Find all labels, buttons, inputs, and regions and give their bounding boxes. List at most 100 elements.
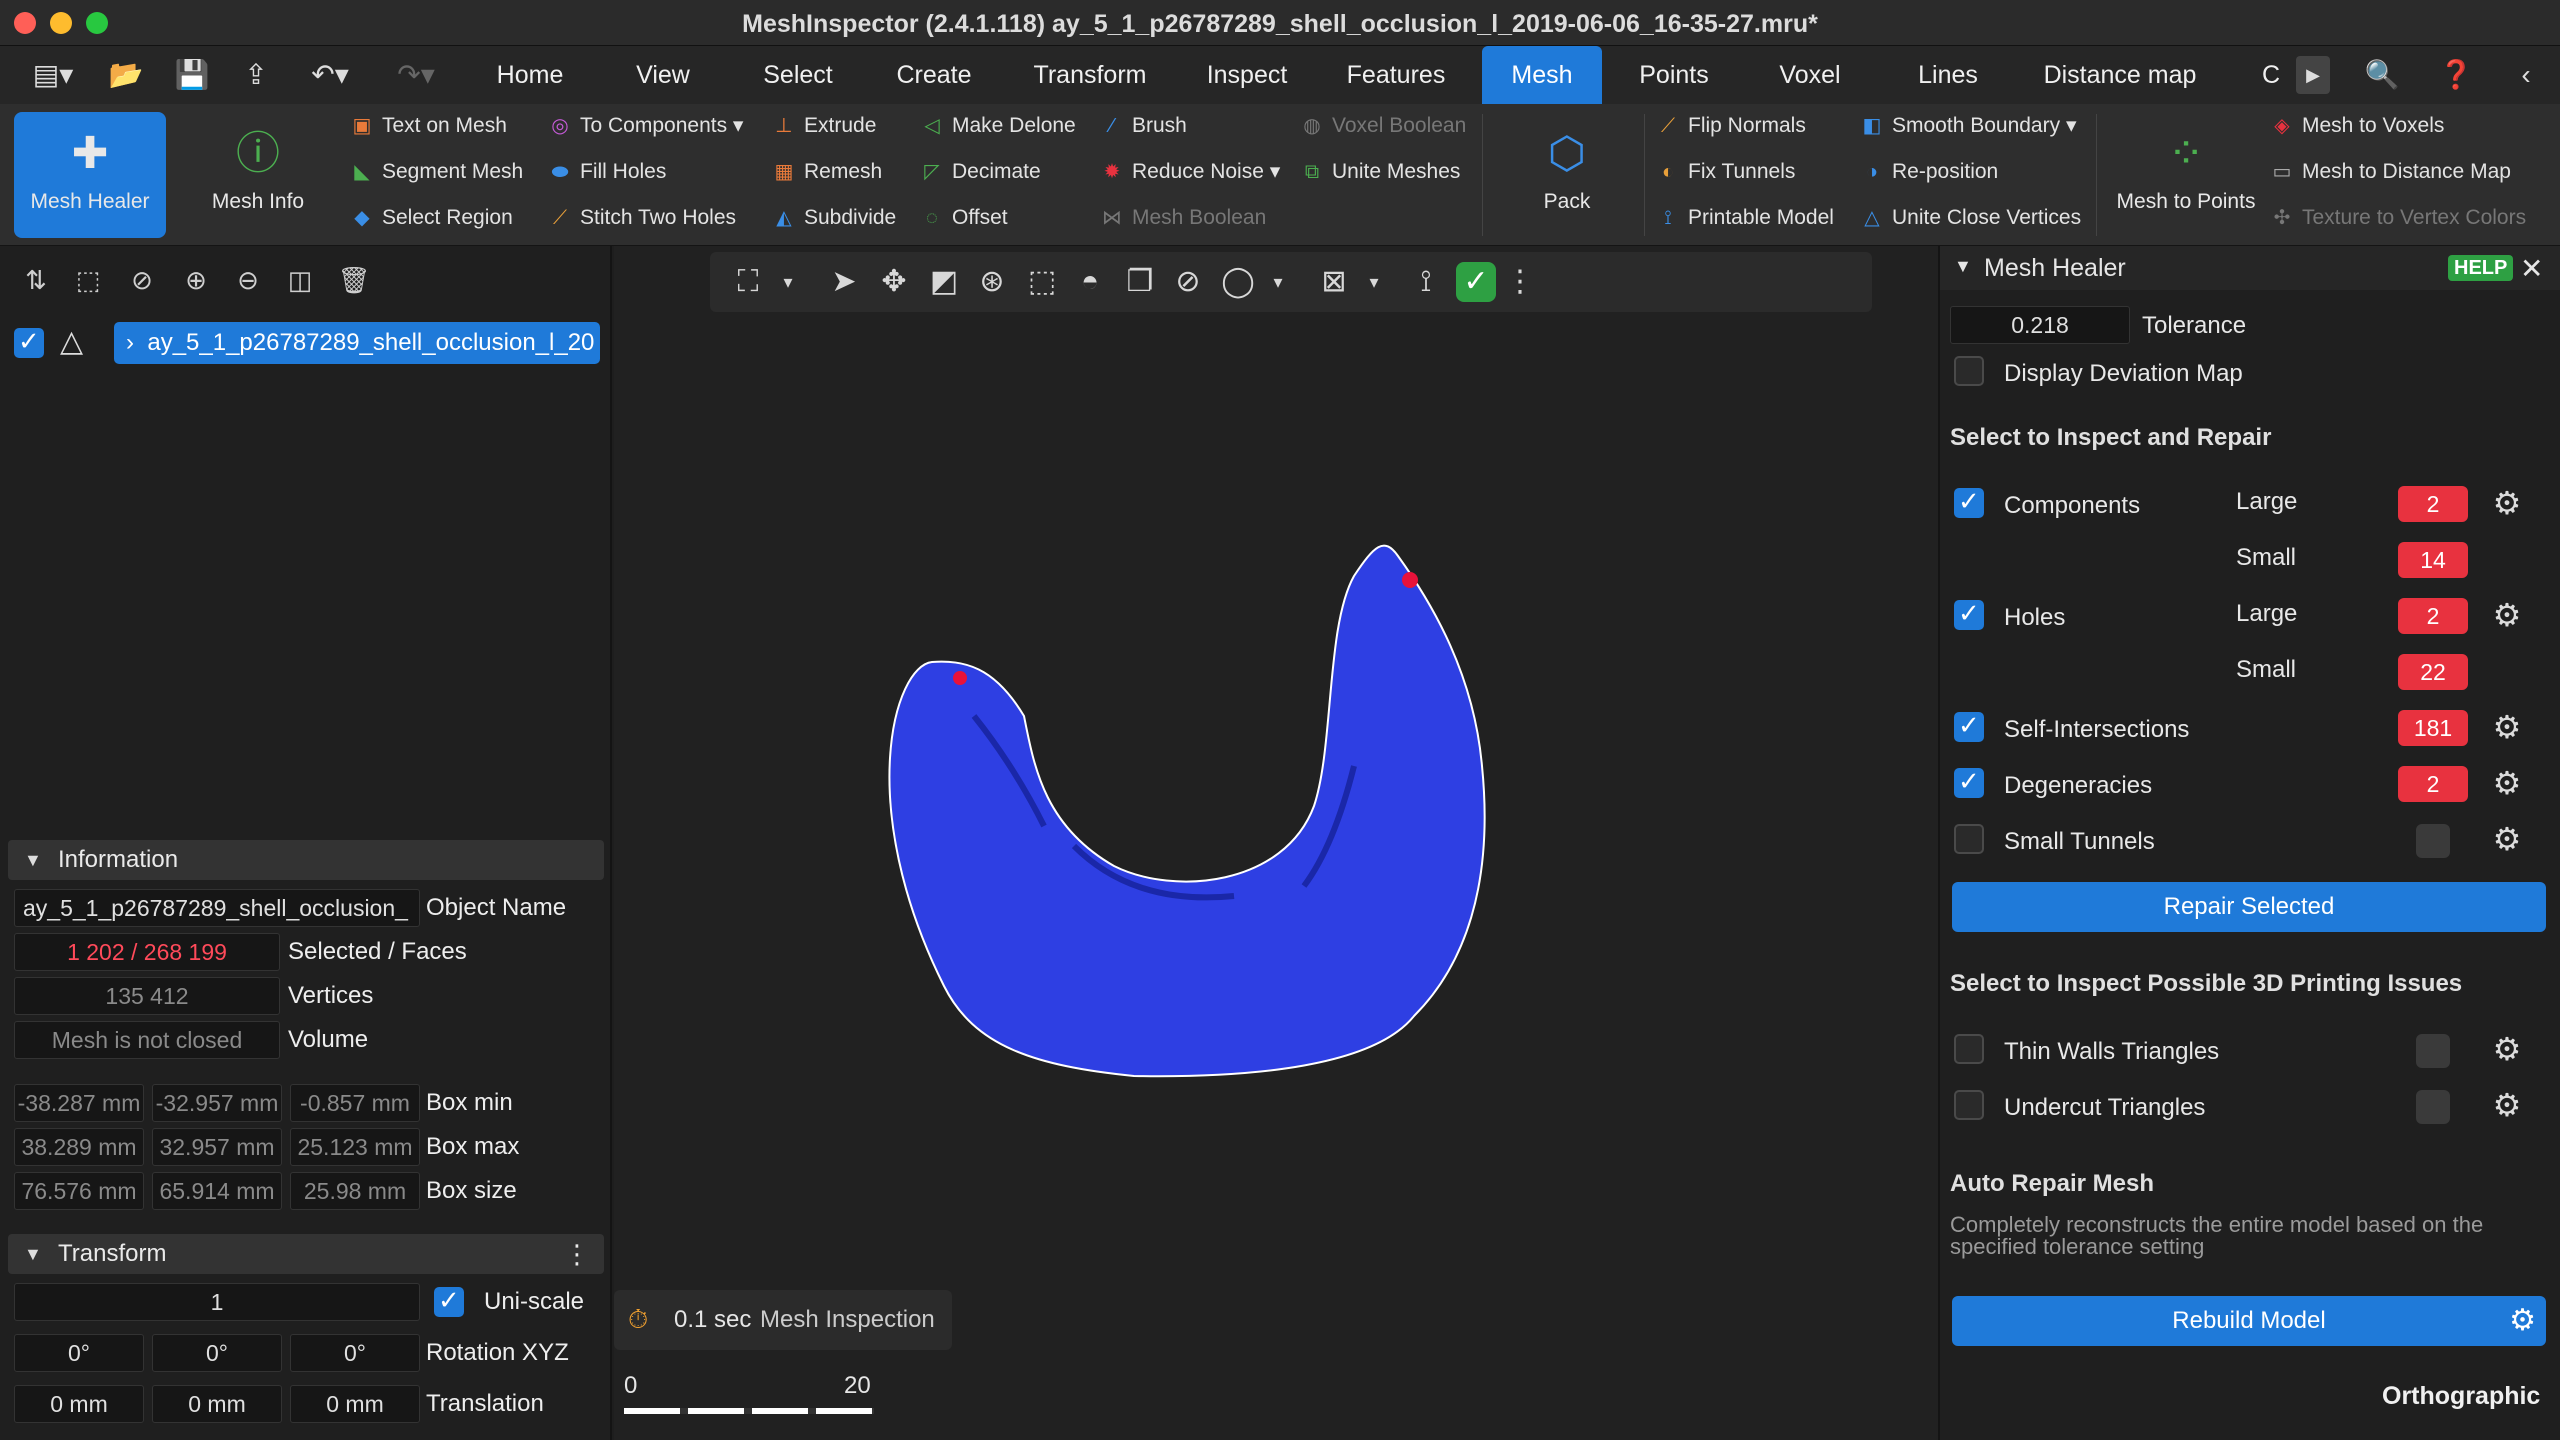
object-visibility-checkbox[interactable] [14,326,44,358]
help-badge[interactable]: HELP [2448,255,2514,281]
select-all-icon[interactable]: ⬚ [68,260,108,300]
menu-create[interactable]: Create [884,46,984,104]
components-large-badge[interactable]: 2 [2398,486,2468,522]
pack-button[interactable]: ⬡ Pack [1500,112,1634,238]
unite-meshes-button[interactable]: ⧉ Unite Meshes [1300,152,1461,192]
information-section-header[interactable]: ▼ Information [8,840,604,880]
scene-object-item[interactable]: › ay_5_1_p26787289_shell_occlusion_l_20 [114,322,600,364]
extrude-button[interactable]: ⊥ Extrude [772,106,876,146]
to-components-button[interactable]: ◎ To Components ▾ [548,106,743,146]
uniscale-checkbox[interactable] [434,1285,464,1317]
holes-large-badge[interactable]: 2 [2398,598,2468,634]
reposition-button[interactable]: ◑ Re-position [1860,152,1998,192]
scroll-menu-right-icon[interactable]: ▶ [2296,56,2330,94]
small-tunnels-checkbox[interactable] [1954,824,1984,854]
holes-small-badge[interactable]: 22 [2398,654,2468,690]
open-folder-icon[interactable]: 📂 [106,56,146,94]
decimate-button[interactable]: ◸ Decimate [920,152,1040,192]
self-intersections-settings-gear-icon[interactable]: ⚙ [2490,710,2524,744]
save-icon[interactable]: 💾 [172,56,212,94]
mesh-info-button[interactable]: ⓘ Mesh Info [186,112,330,238]
subdivide-button[interactable]: ◭ Subdivide [772,198,896,238]
flip-normals-button[interactable]: ⟋ Flip Normals [1656,106,1806,146]
menu-transform[interactable]: Transform [1020,46,1160,104]
fill-holes-button[interactable]: ⬬ Fill Holes [548,152,666,192]
deselect-icon[interactable]: ⊘ [122,260,162,300]
segment-mesh-button[interactable]: ◣ Segment Mesh [350,152,523,192]
degeneracies-badge[interactable]: 2 [2398,766,2468,802]
tolerance-field[interactable]: 0.218 [1950,306,2130,344]
menu-lines[interactable]: Lines [1898,46,1998,104]
small-tunnels-settings-gear-icon[interactable]: ⚙ [2490,822,2524,856]
translation-x-field[interactable]: 0 mm [14,1385,144,1423]
thin-walls-settings-gear-icon[interactable]: ⚙ [2490,1032,2524,1066]
thin-walls-checkbox[interactable] [1954,1034,1984,1064]
rotation-z-field[interactable]: 0° [290,1334,420,1372]
sort-icon[interactable]: ⇅ [16,260,56,300]
menu-overflow-item[interactable]: C [2256,46,2286,104]
object-name-field[interactable]: ay_5_1_p26787289_shell_occlusion_ [14,889,420,927]
brush-button[interactable]: ⁄ Brush [1100,106,1187,146]
mesh-to-distance-map-button[interactable]: ▭ Mesh to Distance Map [2270,152,2511,192]
collapse-icon[interactable]: ‹ [2506,56,2546,94]
menu-view[interactable]: View [620,46,706,104]
self-intersections-checkbox[interactable] [1954,710,1984,742]
mesh-render[interactable] [614,246,1938,1440]
split-icon[interactable]: ◫ [280,260,320,300]
rotation-y-field[interactable]: 0° [152,1334,282,1372]
printable-model-button[interactable]: ⟟ Printable Model [1656,198,1834,238]
translation-z-field[interactable]: 0 mm [290,1385,420,1423]
mesh-healer-button[interactable]: ✚ Mesh Healer [14,112,166,238]
smooth-boundary-button[interactable]: ◧ Smooth Boundary ▾ [1860,106,2077,146]
undercut-settings-gear-icon[interactable]: ⚙ [2490,1088,2524,1122]
rotation-x-field[interactable]: 0° [14,1334,144,1372]
voxel-boolean-button[interactable]: ◍ Voxel Boolean [1300,106,1466,146]
select-region-button[interactable]: ◆ Select Region [350,198,512,238]
remesh-button[interactable]: ▦ Remesh [772,152,883,192]
redo-icon[interactable]: ↷▾ [386,56,446,94]
components-checkbox[interactable] [1954,486,1984,518]
translation-y-field[interactable]: 0 mm [152,1385,282,1423]
delete-icon[interactable]: 🗑 [334,260,374,300]
mesh-to-points-button[interactable]: ⁘ Mesh to Points [2106,112,2266,238]
repair-selected-button[interactable]: Repair Selected [1952,882,2546,932]
transform-section-header[interactable]: ▼ Transform ⋮ [8,1234,604,1274]
menu-home[interactable]: Home [480,46,580,104]
chevron-down-icon[interactable]: ▼ [1954,256,1972,277]
components-settings-gear-icon[interactable]: ⚙ [2490,486,2524,520]
menu-features[interactable]: Features [1336,46,1456,104]
menu-points[interactable]: Points [1624,46,1724,104]
mesh-boolean-button[interactable]: ⋈ Mesh Boolean [1100,198,1266,238]
holes-checkbox[interactable] [1954,598,1984,630]
move-down-icon[interactable]: ⊖ [228,260,268,300]
texture-to-vertex-colors-button[interactable]: ✣ Texture to Vertex Colors [2270,198,2527,238]
text-on-mesh-button[interactable]: ▣ Text on Mesh [350,106,507,146]
3d-viewport[interactable]: ⛶ ▾ ➤ ✥ ◩ ⊛ ⬚ ◓ ❐ ⊘ ◯ ▾ ⊠ ▾ ⟟ ✓ ⋮ ⏱ 0.1 … [614,246,1938,1440]
fix-tunnels-button[interactable]: ◐ Fix Tunnels [1656,152,1795,192]
file-menu-icon[interactable]: ▤▾ [24,56,82,94]
unite-close-vertices-button[interactable]: △ Unite Close Vertices [1860,198,2081,238]
components-small-badge[interactable]: 14 [2398,542,2468,578]
projection-mode-label[interactable]: Orthographic [2382,1382,2540,1411]
menu-distance-map[interactable]: Distance map [2030,46,2210,104]
offset-button[interactable]: ◌ Offset [920,198,1008,238]
degeneracies-settings-gear-icon[interactable]: ⚙ [2490,766,2524,800]
reduce-noise-button[interactable]: ✹ Reduce Noise ▾ [1100,152,1281,192]
scale-field[interactable]: 1 [14,1283,420,1321]
self-intersections-badge[interactable]: 181 [2398,710,2468,746]
expand-chevron-icon[interactable]: › [126,329,134,356]
degeneracies-checkbox[interactable] [1954,766,1984,798]
menu-select[interactable]: Select [748,46,848,104]
undo-icon[interactable]: ↶▾ [300,56,360,94]
menu-mesh[interactable]: Mesh [1482,46,1602,104]
search-icon[interactable]: 🔍 [2362,56,2402,94]
help-icon[interactable]: ❓ [2436,56,2476,94]
export-icon[interactable]: ⇪ [236,56,276,94]
stitch-two-holes-button[interactable]: ⟋ Stitch Two Holes [548,198,736,238]
make-delone-button[interactable]: ◁ Make Delone [920,106,1075,146]
rebuild-settings-gear-icon[interactable]: ⚙ [2509,1296,2536,1346]
more-options-icon[interactable]: ⋮ [564,1234,590,1274]
rebuild-model-button[interactable]: Rebuild Model ⚙ [1952,1296,2546,1346]
undercut-checkbox[interactable] [1954,1090,1984,1120]
menu-inspect[interactable]: Inspect [1192,46,1302,104]
